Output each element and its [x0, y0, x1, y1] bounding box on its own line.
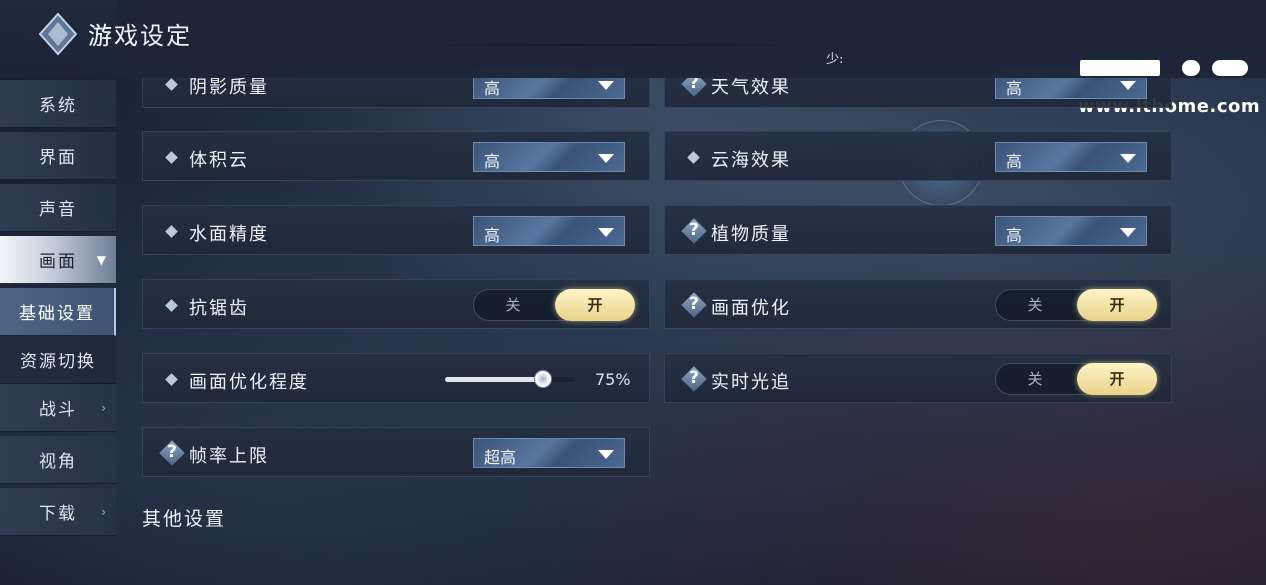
- sidebar-item-graphics[interactable]: 画面 ▼: [0, 236, 116, 284]
- toggle-off-option[interactable]: 关: [474, 290, 552, 320]
- toggle-off-option[interactable]: 关: [996, 364, 1074, 394]
- setting-label: 实时光追: [711, 372, 791, 393]
- game-emblem-icon: [38, 12, 78, 56]
- header-divider: [400, 44, 820, 46]
- sidebar-item-label: 系统: [39, 96, 77, 116]
- ray-tracing-toggle[interactable]: 关 开: [995, 363, 1157, 395]
- sidebar-item-label: 战斗: [39, 400, 77, 420]
- cloud-sea-dropdown[interactable]: 高: [995, 142, 1147, 172]
- triangle-down-icon: [598, 228, 614, 237]
- diamond-icon: [165, 373, 178, 386]
- sidebar-item-label: 资源切换: [20, 352, 96, 372]
- setting-label: 抗锯齿: [189, 298, 249, 319]
- question-icon[interactable]: ?: [159, 440, 185, 466]
- header-extra-text: 少:: [826, 52, 844, 67]
- setting-row-cloud-sea: 云海效果 高: [664, 131, 1172, 181]
- setting-row-image-optimization: ? 画面优化 关 开: [664, 279, 1172, 329]
- slider-value: 75%: [595, 370, 631, 389]
- toggle-on-option[interactable]: 开: [1077, 289, 1157, 321]
- sidebar-subitem-resource-switch[interactable]: 资源切换: [0, 336, 116, 384]
- image-optimization-toggle[interactable]: 关 开: [995, 289, 1157, 321]
- question-icon[interactable]: ?: [681, 366, 707, 392]
- sidebar-item-label: 基础设置: [19, 304, 95, 324]
- sidebar-item-label: 视角: [39, 452, 77, 472]
- triangle-down-icon: [598, 81, 614, 90]
- chevron-right-icon: ›: [101, 401, 108, 415]
- sidebar-item-label: 画面: [39, 252, 77, 272]
- setting-row-anti-aliasing: 抗锯齿 关 开: [142, 279, 650, 329]
- chevron-down-icon: ▼: [96, 253, 108, 267]
- plant-quality-dropdown[interactable]: 高: [995, 216, 1147, 246]
- sidebar-item-download[interactable]: 下载 ›: [0, 488, 116, 536]
- question-icon[interactable]: ?: [681, 292, 707, 318]
- dropdown-value: 高: [484, 152, 501, 171]
- dropdown-value: 高: [1006, 152, 1023, 171]
- chevron-right-icon: ›: [101, 505, 108, 519]
- setting-label: 画面优化程度: [189, 372, 309, 393]
- sidebar-item-label: 下载: [39, 504, 77, 524]
- section-title-other-settings: 其他设置: [142, 508, 227, 530]
- sidebar-item-sound[interactable]: 声音: [0, 184, 116, 232]
- toggle-on-option[interactable]: 开: [1077, 363, 1157, 395]
- volumetric-cloud-dropdown[interactable]: 高: [473, 142, 625, 172]
- diamond-icon: [687, 151, 700, 164]
- diamond-icon: [165, 225, 178, 238]
- settings-sidebar: 系统 界面 声音 画面 ▼ 基础设置 资源切换 战斗 › 视角 下载 ›: [0, 80, 118, 540]
- setting-label: 画面优化: [711, 298, 791, 319]
- sidebar-item-interface[interactable]: 界面: [0, 132, 116, 180]
- triangle-down-icon: [598, 450, 614, 459]
- triangle-down-icon: [1120, 228, 1136, 237]
- toggle-off-option[interactable]: 关: [996, 290, 1074, 320]
- setting-row-ray-tracing: ? 实时光追 关 开: [664, 353, 1172, 403]
- dropdown-value: 高: [1006, 79, 1023, 98]
- toggle-on-option[interactable]: 开: [555, 289, 635, 321]
- dropdown-value: 高: [1006, 226, 1023, 245]
- question-icon[interactable]: ?: [681, 218, 707, 244]
- setting-row-frame-limit: ? 帧率上限 超高: [142, 427, 650, 477]
- slider-fill: [445, 377, 543, 382]
- sidebar-item-label: 界面: [39, 148, 77, 168]
- dropdown-value: 超高: [484, 448, 517, 467]
- water-precision-dropdown[interactable]: 高: [473, 216, 625, 246]
- optimization-level-slider[interactable]: [445, 370, 575, 388]
- slider-thumb[interactable]: [533, 370, 552, 388]
- triangle-down-icon: [1120, 81, 1136, 90]
- diamond-icon: [165, 299, 178, 312]
- setting-row-plant-quality: ? 植物质量 高: [664, 205, 1172, 255]
- triangle-down-icon: [1120, 154, 1136, 163]
- watermark-logo: [1080, 60, 1260, 80]
- page-title: 游戏设定: [88, 22, 192, 50]
- sidebar-item-camera[interactable]: 视角: [0, 436, 116, 484]
- setting-label: 体积云: [189, 150, 249, 171]
- sidebar-subitem-basic-settings[interactable]: 基础设置: [0, 288, 116, 336]
- setting-label: 植物质量: [711, 224, 791, 245]
- dropdown-value: 高: [484, 226, 501, 245]
- anti-aliasing-toggle[interactable]: 关 开: [473, 289, 635, 321]
- sidebar-item-system[interactable]: 系统: [0, 80, 116, 128]
- diamond-icon: [165, 151, 178, 164]
- triangle-down-icon: [598, 154, 614, 163]
- setting-label: 帧率上限: [189, 446, 269, 467]
- frame-limit-dropdown[interactable]: 超高: [473, 438, 625, 468]
- sidebar-item-label: 声音: [39, 200, 77, 220]
- sidebar-item-combat[interactable]: 战斗 ›: [0, 384, 116, 432]
- diamond-icon: [165, 78, 178, 91]
- setting-row-volumetric-cloud: 体积云 高: [142, 131, 650, 181]
- dropdown-value: 高: [484, 79, 501, 98]
- setting-row-optimization-level: 画面优化程度 75%: [142, 353, 650, 403]
- setting-label: 水面精度: [189, 224, 269, 245]
- setting-label: 云海效果: [711, 150, 791, 171]
- setting-row-water-precision: 水面精度 高: [142, 205, 650, 255]
